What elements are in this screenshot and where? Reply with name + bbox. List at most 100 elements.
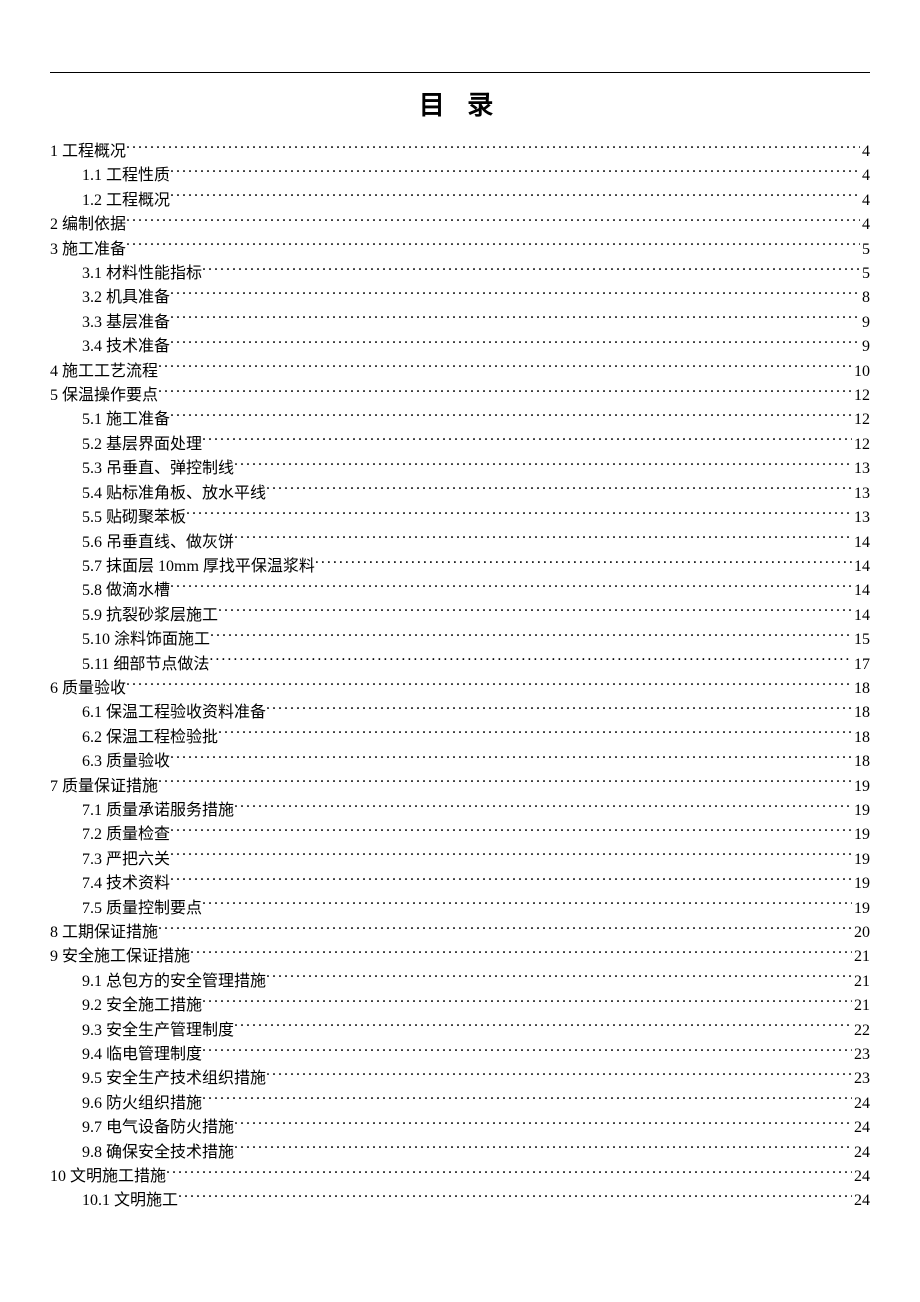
toc-entry-number: 3.1 <box>82 265 102 282</box>
page-title: 目 录 <box>50 85 870 122</box>
toc-leader-dots <box>234 799 852 815</box>
toc-entry: 5.10 涂料饰面施工15 <box>50 628 870 652</box>
toc-entry-page: 24 <box>852 1116 870 1140</box>
toc-entry: 5.1 施工准备12 <box>50 408 870 432</box>
toc-entry-text: 质量保证措施 <box>58 778 158 795</box>
toc-entry-page: 19 <box>852 775 870 799</box>
toc-entry-text: 工程概况 <box>58 143 126 160</box>
toc-leader-dots <box>266 970 852 986</box>
toc-entry-number: 7.1 <box>82 802 102 819</box>
toc-entry: 5.5 贴砌聚苯板 13 <box>50 506 870 530</box>
toc-entry-page: 18 <box>852 750 870 774</box>
toc-entry-text: 保温操作要点 <box>58 387 158 404</box>
toc-entry-label: 6.3 质量验收 <box>82 750 170 774</box>
toc-entry-page: 4 <box>860 189 870 213</box>
toc-entry-page: 17 <box>852 653 870 677</box>
toc-entry-number: 7.2 <box>82 826 102 843</box>
toc-entry-page: 20 <box>852 921 870 945</box>
toc-entry-number: 5.2 <box>82 436 102 453</box>
toc-entry: 7.2 质量检查19 <box>50 823 870 847</box>
toc-entry-label: 3.4 技术准备 <box>82 335 170 359</box>
toc-leader-dots <box>126 140 860 156</box>
toc-entry-page: 24 <box>852 1165 870 1189</box>
toc-entry: 9 安全施工保证措施21 <box>50 945 870 969</box>
toc-entry-text: 保温工程验收资料准备 <box>102 704 266 721</box>
toc-entry-text: 质量检查 <box>102 826 170 843</box>
toc-entry-page: 13 <box>852 506 870 530</box>
toc-entry-number: 6.2 <box>82 729 102 746</box>
toc-leader-dots <box>266 482 852 498</box>
toc-leader-dots <box>170 311 860 327</box>
toc-entry-number: 1.2 <box>82 192 102 209</box>
toc-entry: 3.3 基层准备9 <box>50 311 870 335</box>
toc-leader-dots <box>234 1116 852 1132</box>
toc-entry-page: 12 <box>852 433 870 457</box>
toc-entry-page: 13 <box>852 482 870 506</box>
toc-entry-number: 9.7 <box>82 1119 102 1136</box>
toc-entry: 9.3 安全生产管理制度 22 <box>50 1019 870 1043</box>
toc-entry-text: 质量验收 <box>58 680 126 697</box>
toc-entry-page: 24 <box>852 1189 870 1213</box>
toc-entry-text: 电气设备防火措施 <box>102 1119 234 1136</box>
toc-entry-page: 5 <box>860 238 870 262</box>
toc-entry-number: 5.6 <box>82 534 102 551</box>
toc-entry-text: 工期保证措施 <box>58 924 158 941</box>
toc-leader-dots <box>170 286 860 302</box>
toc-entry-number: 9.8 <box>82 1144 102 1161</box>
toc-entry-number: 5.1 <box>82 411 102 428</box>
toc-entry: 10 文明施工措施 24 <box>50 1165 870 1189</box>
toc-leader-dots <box>170 872 852 888</box>
toc-entry-text: 施工准备 <box>58 241 126 258</box>
toc-entry-number: 9.3 <box>82 1022 102 1039</box>
toc-entry-number: 10.1 <box>82 1192 110 1209</box>
toc-leader-dots <box>158 360 852 376</box>
toc-entry-number: 10 <box>50 1168 66 1185</box>
toc-entry: 5 保温操作要点 12 <box>50 384 870 408</box>
toc-entry-page: 12 <box>852 384 870 408</box>
toc-entry-number: 5.5 <box>82 509 102 526</box>
toc-entry-page: 22 <box>852 1019 870 1043</box>
toc-entry-number: 7.5 <box>82 900 102 917</box>
toc-entry: 3.1 材料性能指标5 <box>50 262 870 286</box>
toc-entry-text: 安全生产技术组织措施 <box>102 1070 266 1087</box>
toc-entry-label: 5.9 抗裂砂浆层施工 <box>82 604 218 628</box>
toc-entry-label: 9.2 安全施工措施 <box>82 994 202 1018</box>
toc-entry-number: 5.3 <box>82 460 102 477</box>
toc-entry-text: 贴标准角板、放水平线 <box>102 485 266 502</box>
toc-entry-text: 吊垂直、弹控制线 <box>102 460 234 477</box>
toc-entry-number: 5 <box>50 387 58 404</box>
toc-entry-label: 5.11 细部节点做法 <box>82 653 209 677</box>
toc-leader-dots <box>170 164 860 180</box>
toc-entry: 9.1 总包方的安全管理措施21 <box>50 970 870 994</box>
toc-entry-label: 5.8 做滴水槽 <box>82 579 170 603</box>
toc-entry-text: 抗裂砂浆层施工 <box>102 607 218 624</box>
toc-entry: 3 施工准备5 <box>50 238 870 262</box>
toc-leader-dots <box>202 433 852 449</box>
toc-entry-label: 5.5 贴砌聚苯板 <box>82 506 186 530</box>
toc-leader-dots <box>218 726 852 742</box>
toc-entry-text: 吊垂直线、做灰饼 <box>102 534 234 551</box>
toc-entry-label: 7.5 质量控制要点 <box>82 897 202 921</box>
toc-entry-label: 5.6 吊垂直线、做灰饼 <box>82 531 234 555</box>
toc-entry-text: 文明施工措施 <box>66 1168 166 1185</box>
toc-entry-label: 6.2 保温工程检验批 <box>82 726 218 750</box>
toc-entry: 9.5 安全生产技术组织措施23 <box>50 1067 870 1091</box>
toc-entry-page: 19 <box>852 897 870 921</box>
toc-entry-text: 质量验收 <box>102 753 170 770</box>
toc-entry-page: 14 <box>852 531 870 555</box>
toc-entry-number: 7 <box>50 778 58 795</box>
toc-entry-text: 质量控制要点 <box>102 900 202 917</box>
toc-leader-dots <box>166 1165 852 1181</box>
toc-leader-dots <box>234 1141 852 1157</box>
toc-entry-page: 4 <box>860 140 870 164</box>
toc-entry-number: 5.11 <box>82 656 109 673</box>
toc-entry-label: 9.3 安全生产管理制度 <box>82 1019 234 1043</box>
toc-entry-label: 10.1 文明施工 <box>82 1189 178 1213</box>
toc-entry: 8 工期保证措施20 <box>50 921 870 945</box>
toc-entry-number: 6.1 <box>82 704 102 721</box>
toc-entry-number: 2 <box>50 216 58 233</box>
toc-entry-label: 7.1 质量承诺服务措施 <box>82 799 234 823</box>
toc-entry-label: 4 施工工艺流程 <box>50 360 158 384</box>
toc-leader-dots <box>170 335 860 351</box>
toc-entry: 5.3 吊垂直、弹控制线13 <box>50 457 870 481</box>
